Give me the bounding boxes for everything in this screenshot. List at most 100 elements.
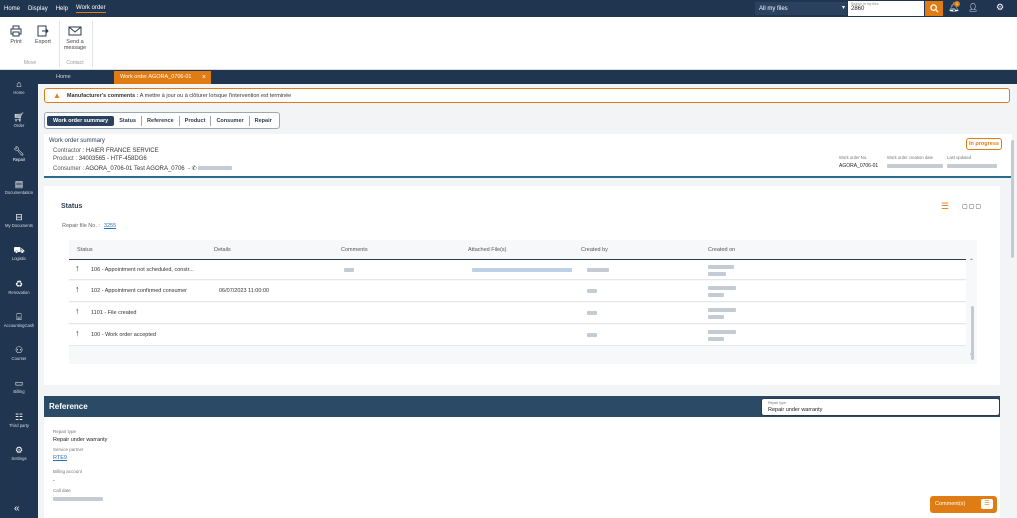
sidebar-item-label: Documentation: [4, 190, 34, 195]
ribbon-separator: [92, 21, 93, 67]
col-created-on: Created on: [708, 247, 736, 253]
export-button[interactable]: Export: [33, 25, 53, 45]
sidebar-item-my-documents[interactable]: ⊟ My Documents: [0, 212, 38, 228]
send-message-button[interactable]: Send a message: [62, 25, 88, 51]
summary-product: Product : 34003565 - HTF-458DG6: [53, 156, 147, 162]
people-icon: ⚇: [14, 345, 24, 355]
status-table: Status Details Comments Attached File(s)…: [69, 240, 977, 364]
pill-reference[interactable]: Reference: [141, 115, 179, 126]
tab-home[interactable]: Home: [48, 71, 79, 84]
card-icon: ▭: [14, 378, 24, 388]
status-badge: In progress: [966, 138, 1002, 150]
wo-no-value: AGORA_0706-01: [839, 163, 879, 169]
sidebar-item-repair[interactable]: 🔧︎ Repair: [0, 146, 38, 162]
collapse-sidebar-icon[interactable]: «: [14, 503, 20, 514]
section-nav: Work order summary Status Reference Prod…: [44, 112, 280, 129]
last-updated-value: [947, 163, 997, 169]
scroll-up-icon: ⌃: [969, 259, 975, 265]
envelope-icon: [68, 26, 82, 36]
col-status: Status: [77, 247, 93, 253]
gear-icon: ⚙: [14, 445, 24, 455]
col-comments: Comments: [341, 247, 368, 253]
summary-contractor: Contractor : HAIER FRANCE SERVICE: [53, 148, 159, 154]
pill-repair[interactable]: Repair: [248, 115, 277, 126]
col-attached-files: Attached File(s): [468, 247, 507, 253]
last-updated-label: Last updated: [947, 155, 972, 160]
user-icon[interactable]: 👤︎: [968, 3, 978, 12]
phone-icon: - ✆: [186, 166, 197, 172]
repair-type-select-label: Repair type: [768, 401, 786, 405]
sidebar-item-accountingcash[interactable]: ⌸ AccountingCash: [0, 312, 38, 328]
menu-home[interactable]: Home: [4, 6, 20, 12]
status-title: Status: [61, 203, 83, 210]
search-input[interactable]: Search in my files 2860: [848, 1, 924, 16]
reference-section: Repair type Repair under warranty Servic…: [44, 417, 1000, 518]
printer-icon: [10, 25, 22, 37]
sidebar-item-label: Third party: [8, 423, 29, 428]
repair-file-link[interactable]: 3255: [104, 223, 116, 229]
export-label: Export: [35, 39, 51, 45]
comments-label: Comment(s): [935, 501, 966, 507]
table-row[interactable]: ↑ 106 - Appointment not scheduled, const…: [69, 259, 966, 280]
home-icon: ⌂: [16, 79, 22, 89]
repair-type-value: Repair under warranty: [53, 437, 108, 443]
menu-work-order[interactable]: Work order: [76, 5, 106, 13]
table-scroll-thumb[interactable]: [971, 306, 974, 360]
comment-icon: ☰: [981, 499, 993, 509]
close-icon[interactable]: ×: [202, 71, 206, 84]
chevron-down-icon: ▾: [841, 5, 845, 11]
pill-consumer[interactable]: Consumer: [210, 115, 248, 126]
sidebar-item-order[interactable]: 🛒︎ Order: [0, 112, 38, 128]
pill-product[interactable]: Product: [178, 115, 211, 126]
sidebar-item-label: Settings: [11, 456, 27, 461]
comments-button[interactable]: Comment(s) ☰: [930, 496, 997, 513]
contact-card-icon: ☷: [14, 412, 24, 422]
print-label: Print: [10, 39, 22, 45]
print-button[interactable]: Print: [7, 25, 25, 45]
search-icon: [929, 4, 939, 13]
table-row[interactable]: ↑ 1101 - File created: [69, 303, 966, 324]
arrow-up-icon: ↑: [75, 306, 80, 316]
sidebar-item-settings[interactable]: ⚙ Settings: [0, 445, 38, 461]
sidebar-item-label: AccountingCash: [3, 323, 35, 328]
sidebar-item-label: Billing: [13, 389, 25, 394]
sidebar-item-documentation[interactable]: ▤ Documentation: [0, 179, 38, 195]
search-button[interactable]: [925, 1, 943, 16]
call-date-value: [53, 496, 103, 502]
files-filter-select[interactable]: All my files ▾: [755, 2, 847, 15]
sidebar-item-label: Repair: [12, 157, 26, 162]
sidebar-item-billing[interactable]: ▭ Billing: [0, 378, 38, 394]
gear-icon[interactable]: ⚙: [996, 2, 1004, 13]
alert-text: A mettre à jour ou à clôturer lorsque l'…: [139, 92, 292, 99]
doc-icon: ▤: [14, 179, 24, 189]
table-row[interactable]: ↑ 102 - Appointment confirmed consumer 0…: [69, 281, 966, 302]
repair-type-select[interactable]: Repair type Repair under warranty: [761, 398, 1000, 416]
sidebar-item-label: Renovation: [8, 290, 30, 295]
table-row[interactable]: ↑ 100 - Work order accepted: [69, 325, 966, 346]
group-contact-label: Contact: [66, 60, 84, 66]
sidebar-item-renovation[interactable]: ♻ Renovation: [0, 279, 38, 295]
sidebar-item-label: Counter: [11, 356, 27, 361]
pill-status[interactable]: Status: [114, 116, 141, 126]
menu-help[interactable]: Help: [56, 6, 68, 12]
pill-work-order-summary[interactable]: Work order summary: [47, 115, 115, 126]
summary-title: Work order summary: [49, 138, 105, 144]
menu-display[interactable]: Display: [28, 6, 48, 12]
call-date-label: Call date: [53, 488, 71, 493]
page-scroll-thumb[interactable]: [1011, 140, 1014, 258]
ribbon: Print Export Move Send a message Contact: [0, 17, 1017, 70]
sidebar-item-third-party[interactable]: ☷ Third party: [0, 412, 38, 428]
manufacturer-comment-alert: ▲ Manufacturer's comments : A mettre à j…: [44, 88, 1010, 103]
tab-work-order[interactable]: Work order AGORA_0706-01 ×: [114, 71, 211, 84]
inbox-icon: ⊟: [15, 212, 23, 222]
sidebar-item-logistic[interactable]: ⛟ Logistic: [0, 245, 38, 261]
list-view-icon[interactable]: ☰: [941, 201, 949, 212]
sidebar-item-counter[interactable]: ⚇ Counter: [0, 345, 38, 361]
arrow-up-icon: ↑: [75, 263, 80, 273]
col-details: Details: [214, 247, 231, 253]
files-filter-value: All my files: [759, 5, 788, 12]
service-partner-value[interactable]: RTE9: [53, 455, 67, 461]
notifications-button[interactable]: 🔔︎ 1: [948, 1, 960, 14]
sidebar-item-home[interactable]: ⌂ Home: [0, 79, 38, 95]
grid-view-icon[interactable]: ▢▢▢: [962, 203, 982, 210]
